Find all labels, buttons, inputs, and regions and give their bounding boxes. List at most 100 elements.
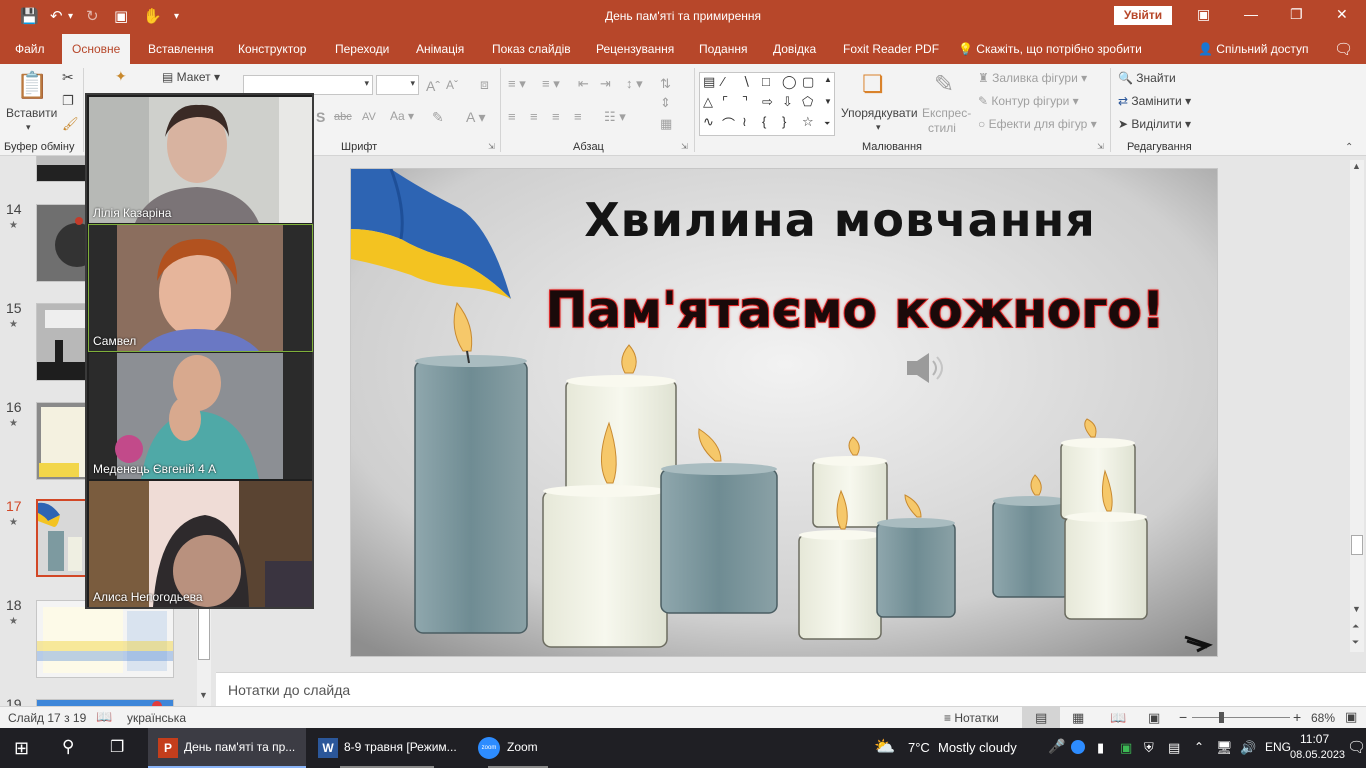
- tab-animations[interactable]: Анімація: [416, 42, 464, 56]
- tab-design[interactable]: Конструктор: [238, 42, 306, 56]
- shape-effects-button[interactable]: ○ Ефекти для фігур ▾: [978, 117, 1097, 131]
- arrange-icon[interactable]: ❏: [862, 70, 884, 99]
- line-shape-icon[interactable]: ∕: [722, 74, 724, 89]
- zoom-tray-icon[interactable]: [1071, 740, 1085, 754]
- drawing-dialog-launcher-icon[interactable]: ⇲: [1097, 142, 1104, 151]
- change-case-icon[interactable]: Aa ▾: [390, 109, 414, 123]
- text-direction-icon[interactable]: ⇅: [660, 76, 671, 92]
- tell-me-search[interactable]: 💡 Скажіть, що потрібно зробити: [958, 42, 1142, 56]
- paste-icon[interactable]: 📋: [16, 70, 48, 101]
- format-painter-icon[interactable]: 🖌: [62, 116, 79, 132]
- justify-icon[interactable]: ≡: [574, 109, 582, 124]
- spellcheck-icon[interactable]: 📖: [96, 709, 112, 725]
- tab-foxit[interactable]: Foxit Reader PDF: [843, 42, 939, 56]
- comments-icon[interactable]: 🗨: [1334, 40, 1353, 58]
- shapes-gallery[interactable]: ▤ ∕ ∖ □ ◯ ▢ △ ⌜ ⌝ ⇨ ⇩ ⬠ ∿ ⌒ ≀ { } ☆ ▲ ▼ …: [699, 72, 835, 136]
- search-icon[interactable]: ⚲: [62, 737, 74, 757]
- curve-shape-icon[interactable]: ≀: [742, 114, 747, 130]
- share-button[interactable]: 👤 Спільний доступ: [1198, 42, 1309, 56]
- tab-review[interactable]: Рецензування: [596, 42, 674, 56]
- elbow-connector-icon[interactable]: ⌜: [722, 94, 728, 110]
- gallery-up-icon[interactable]: ▲: [824, 75, 832, 84]
- participant-video-tile[interactable]: Меденець Євгеній 4 А: [89, 353, 312, 479]
- tab-home[interactable]: Основне: [62, 34, 131, 64]
- rectangle-shape-icon[interactable]: □: [762, 74, 770, 89]
- increase-indent-icon[interactable]: ⇥: [600, 76, 611, 92]
- brace-shape-icon[interactable]: {: [762, 114, 766, 129]
- sign-in-button[interactable]: Увійти: [1114, 6, 1172, 25]
- task-view-icon[interactable]: ❐: [110, 737, 124, 757]
- slide-position[interactable]: Слайд 17 з 19: [8, 711, 86, 725]
- paragraph-dialog-launcher-icon[interactable]: ⇲: [681, 142, 688, 151]
- layout-button[interactable]: ▤ Макет ▾: [162, 70, 220, 84]
- freeform-shape-icon[interactable]: ∿: [703, 114, 714, 130]
- line-spacing-icon[interactable]: ↕ ▾: [626, 76, 643, 92]
- security-shield-icon[interactable]: ⛨: [1144, 740, 1154, 756]
- usb-icon[interactable]: ▮: [1097, 740, 1104, 756]
- star-shape-icon[interactable]: ☆: [802, 114, 814, 130]
- numbering-icon[interactable]: ≡ ▾: [542, 76, 560, 92]
- notes-pane[interactable]: Нотатки до слайда: [216, 672, 1366, 706]
- decrease-font-icon[interactable]: Aˇ: [446, 78, 458, 92]
- bullets-icon[interactable]: ≡ ▾: [508, 76, 526, 92]
- keyboard-language[interactable]: ENG: [1265, 740, 1291, 754]
- reading-view-icon[interactable]: 📖: [1110, 710, 1126, 726]
- minimize-button[interactable]: —: [1244, 6, 1258, 22]
- oval-shape-icon[interactable]: ◯: [782, 74, 797, 90]
- zoom-participants-panel[interactable]: Лілія Казаріна Самвел Меденець Євгеній 4…: [85, 93, 314, 609]
- align-center-icon[interactable]: ≡: [530, 109, 538, 124]
- previous-slide-icon[interactable]: ⏶: [1352, 621, 1359, 632]
- clock-date[interactable]: 08.05.2023: [1290, 749, 1345, 761]
- zoom-slider-track[interactable]: [1192, 717, 1290, 718]
- monitor-icon[interactable]: 🖥: [1216, 740, 1233, 756]
- gallery-down-icon[interactable]: ▼: [824, 97, 832, 106]
- weather-temperature[interactable]: 7°C: [908, 740, 930, 755]
- participant-video-tile[interactable]: Лілія Казаріна: [89, 97, 312, 223]
- increase-font-icon[interactable]: Aˆ: [426, 78, 440, 94]
- participant-video-tile-active[interactable]: Самвел: [88, 224, 313, 352]
- align-text-icon[interactable]: ⇕: [660, 95, 671, 111]
- arrange-button[interactable]: Упорядкувати: [841, 106, 918, 120]
- font-dialog-launcher-icon[interactable]: ⇲: [488, 142, 495, 151]
- editor-scrollbar[interactable]: [1350, 160, 1364, 652]
- highlight-icon[interactable]: ✎: [432, 109, 444, 126]
- decrease-indent-icon[interactable]: ⇤: [578, 76, 589, 92]
- tab-slideshow[interactable]: Показ слайдів: [492, 42, 571, 56]
- shape-fill-button[interactable]: ♜ Заливка фігури ▾: [978, 71, 1087, 85]
- app-tray-icon[interactable]: ▣: [1120, 740, 1132, 756]
- new-slide-icon[interactable]: ✦: [115, 68, 127, 85]
- quick-styles-button[interactable]: Експрес-: [922, 106, 971, 120]
- clear-formatting-icon[interactable]: ⧈: [480, 76, 489, 93]
- taskbar-zoom[interactable]: zoom Zoom: [468, 728, 568, 768]
- restore-button[interactable]: ❐: [1290, 6, 1303, 23]
- gallery-more-icon[interactable]: ⏷: [824, 119, 830, 129]
- shape-outline-button[interactable]: ✎ Контур фігури ▾: [978, 94, 1079, 108]
- scroll-down-icon[interactable]: ▼: [199, 690, 208, 700]
- scroll-up-icon[interactable]: ▲: [1352, 161, 1361, 171]
- slide-title[interactable]: Хвилина мовчання: [351, 193, 1217, 247]
- current-slide[interactable]: Хвилина мовчання Пам'ятаємо кожного!: [350, 168, 1218, 657]
- tab-file[interactable]: Файл: [15, 42, 45, 56]
- editor-scroll-thumb[interactable]: [1351, 535, 1363, 555]
- down-arrow-shape-icon[interactable]: ⇩: [782, 94, 793, 110]
- slide-subtitle[interactable]: Пам'ятаємо кожного!: [351, 280, 1217, 340]
- select-button[interactable]: ➤ Виділити ▾: [1118, 117, 1191, 131]
- notifications-icon[interactable]: 🗨: [1347, 738, 1366, 756]
- participant-video-tile[interactable]: Алиса Непогодьева: [89, 481, 312, 607]
- zoom-slider-knob[interactable]: [1218, 712, 1224, 723]
- replace-button[interactable]: ⇄ Замінити ▾: [1118, 94, 1191, 108]
- network-tray-icon[interactable]: ▤: [1168, 740, 1180, 756]
- align-left-icon[interactable]: ≡: [508, 109, 516, 124]
- taskbar-word[interactable]: W 8-9 травня [Режим...: [308, 728, 466, 768]
- triangle-shape-icon[interactable]: △: [703, 94, 713, 110]
- notes-toggle-button[interactable]: ≡ Нотатки: [944, 711, 999, 725]
- copy-icon[interactable]: ❐: [62, 93, 74, 109]
- paste-dropdown-icon[interactable]: ▾: [26, 122, 31, 133]
- volume-icon[interactable]: 🔊: [1240, 740, 1256, 756]
- close-button[interactable]: ✕: [1336, 6, 1348, 23]
- tab-insert[interactable]: Вставлення: [148, 42, 214, 56]
- arc-shape-icon[interactable]: ⌒: [722, 114, 735, 133]
- brace-shape-icon[interactable]: }: [782, 114, 786, 129]
- collapse-ribbon-icon[interactable]: ⌃: [1345, 142, 1353, 153]
- microphone-icon[interactable]: 🎤: [1048, 738, 1065, 755]
